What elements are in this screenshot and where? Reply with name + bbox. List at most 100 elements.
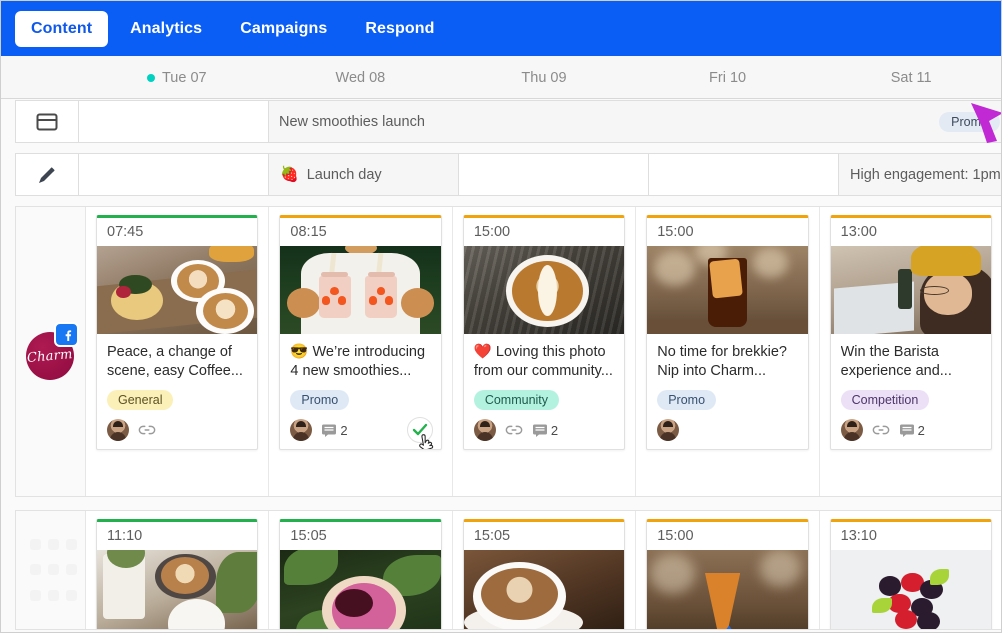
post-grid: Charm 07:45 Peace, a change of scene, ea… xyxy=(15,206,1001,632)
post-body: No time for brekkie? Nip into Charm... P… xyxy=(647,334,807,449)
cell-wed-row1[interactable]: 08:15 😎 We’re introducing 4 new smoothie… xyxy=(269,207,453,496)
note-cell-wed[interactable]: 🍓 Launch day xyxy=(269,153,459,196)
post-meta xyxy=(107,419,247,441)
post-body: Win the Barista experience and... Compet… xyxy=(831,334,991,449)
link-icon[interactable] xyxy=(138,423,156,437)
day-label: Sat 11 xyxy=(890,69,932,86)
post-thumbnail xyxy=(280,246,441,334)
note-label: Launch day xyxy=(306,166,382,183)
cell-fri-row1[interactable]: 15:00 No time for brekkie? Nip into Char… xyxy=(636,207,820,496)
cell-sat-row1[interactable]: 13:00 Win the Barista experience and... … xyxy=(820,207,1001,496)
campaign-row-icon-cell[interactable] xyxy=(15,100,79,143)
day-header-gutter xyxy=(1,56,85,99)
day-label: Tue 07 xyxy=(161,69,207,86)
campaign-track: New smoothies launch Promo xyxy=(79,100,1001,143)
post-card[interactable]: 15:05 xyxy=(279,519,442,629)
cell-wed-row2[interactable]: 15:05 xyxy=(269,511,453,629)
check-icon xyxy=(412,423,428,436)
day-columns: Tue 07 Wed 08 Thu 09 Fri 10 Sat 11 xyxy=(85,56,1001,99)
post-time: 15:05 xyxy=(280,522,441,550)
post-body: Peace, a change of scene, easy Coffee...… xyxy=(97,334,257,449)
cell-thu-row1[interactable]: 15:00 ❤️ Loving this photo from our comm… xyxy=(453,207,637,496)
post-tag[interactable]: General xyxy=(107,390,174,410)
post-thumbnail xyxy=(463,246,625,334)
post-card[interactable]: 15:05 xyxy=(462,519,626,629)
post-time: 15:00 xyxy=(647,218,808,246)
approve-button[interactable] xyxy=(406,417,433,443)
post-card[interactable]: 08:15 😎 We’re introducing 4 new smoothie… xyxy=(279,215,442,450)
notes-row-icon-cell[interactable] xyxy=(15,153,79,196)
day-column-fri[interactable]: Fri 10 xyxy=(636,56,820,99)
campaign-bar[interactable]: New smoothies launch Promo xyxy=(269,100,1001,143)
comment-count: 2 xyxy=(340,422,348,438)
day-column-tue[interactable]: Tue 07 xyxy=(85,56,269,99)
day-column-sat[interactable]: Sat 11 xyxy=(819,56,1001,99)
post-tag[interactable]: Competition xyxy=(840,390,930,410)
post-card[interactable]: 13:10 xyxy=(829,519,993,629)
author-avatar xyxy=(107,419,129,441)
top-navigation: Content Analytics Campaigns Respond xyxy=(1,1,1001,56)
post-time: 11:10 xyxy=(97,522,258,550)
post-text: Peace, a change of scene, easy Coffee... xyxy=(107,344,243,379)
post-text: 😎 We’re introducing 4 new smoothies... xyxy=(290,344,426,379)
post-tag[interactable]: Promo xyxy=(290,390,350,410)
note-cell-tue[interactable] xyxy=(79,153,269,196)
calendar-day-header: Tue 07 Wed 08 Thu 09 Fri 10 Sat 11 xyxy=(1,56,1001,99)
today-dot-icon xyxy=(146,73,155,82)
post-body: ❤️ Loving this photo from our community.… xyxy=(464,334,624,449)
post-text: ❤️ Loving this photo from our community.… xyxy=(473,344,613,379)
notes-row: 🍓 Launch day High engagement: 1pm xyxy=(1,152,1001,197)
post-card[interactable]: 15:00 xyxy=(646,519,809,629)
tab-content[interactable]: Content xyxy=(15,10,109,47)
comment-icon[interactable]: 2 xyxy=(321,422,348,438)
note-cell-thu[interactable] xyxy=(459,153,649,196)
pencil-icon xyxy=(39,166,55,183)
comment-count: 2 xyxy=(917,422,925,438)
cell-tue-row1[interactable]: 07:45 Peace, a change of scene, easy Cof… xyxy=(86,207,270,496)
post-card[interactable]: 07:45 Peace, a change of scene, easy Cof… xyxy=(96,215,259,450)
note-cell-sat[interactable]: High engagement: 1pm xyxy=(839,153,1001,196)
campaign-pill: Promo xyxy=(939,111,1000,132)
post-meta: 2 xyxy=(473,419,614,441)
link-icon[interactable] xyxy=(505,423,523,437)
post-time: 15:00 xyxy=(463,218,625,246)
tab-campaigns[interactable]: Campaigns xyxy=(224,11,343,47)
day-column-wed[interactable]: Wed 08 xyxy=(269,56,453,99)
comment-icon[interactable]: 2 xyxy=(532,423,558,438)
post-text: Win the Barista experience and... xyxy=(840,344,952,379)
cell-thu-row2[interactable]: 15:05 xyxy=(453,511,637,629)
cell-sat-row2[interactable]: 13:10 xyxy=(820,511,1001,629)
comment-icon[interactable]: 2 xyxy=(899,423,925,438)
note-label: High engagement: 1pm xyxy=(850,166,1001,183)
account-gutter-second[interactable] xyxy=(16,511,86,629)
author-avatar xyxy=(473,419,496,441)
post-time: 15:05 xyxy=(463,522,625,550)
account-row-charm: Charm 07:45 Peace, a change of scene, ea… xyxy=(15,206,1001,497)
notes-track: 🍓 Launch day High engagement: 1pm xyxy=(79,153,1001,196)
campaign-label: New smoothies launch xyxy=(279,113,425,130)
post-card[interactable]: 13:00 Win the Barista experience and... … xyxy=(829,215,993,450)
tab-analytics[interactable]: Analytics xyxy=(114,11,218,47)
post-card[interactable]: 15:00 ❤️ Loving this photo from our comm… xyxy=(462,215,626,450)
account-name: Charm xyxy=(26,346,74,366)
day-column-thu[interactable]: Thu 09 xyxy=(452,56,636,99)
post-card[interactable]: 11:10 xyxy=(96,519,259,629)
post-card[interactable]: 15:00 No time for brekkie? Nip into Char… xyxy=(646,215,809,450)
link-icon[interactable] xyxy=(872,423,890,437)
comment-count: 2 xyxy=(550,422,559,438)
post-tag[interactable]: Community xyxy=(473,390,560,410)
post-time: 07:45 xyxy=(97,218,258,246)
post-tag[interactable]: Promo xyxy=(657,390,717,410)
post-time: 13:00 xyxy=(830,218,992,246)
cell-tue-row2[interactable]: 11:10 xyxy=(86,511,270,629)
day-label: Fri 10 xyxy=(709,69,747,86)
tab-respond[interactable]: Respond xyxy=(349,11,450,47)
cell-fri-row2[interactable]: 15:00 xyxy=(636,511,820,629)
post-thumbnail xyxy=(647,550,808,629)
account-gutter[interactable]: Charm xyxy=(16,207,86,496)
app-window: Content Analytics Campaigns Respond Tue … xyxy=(0,0,1002,633)
note-cell-fri[interactable] xyxy=(649,153,839,196)
post-thumbnail xyxy=(647,246,808,334)
post-time: 08:15 xyxy=(280,218,441,246)
campaign-cell-empty[interactable] xyxy=(79,100,269,143)
